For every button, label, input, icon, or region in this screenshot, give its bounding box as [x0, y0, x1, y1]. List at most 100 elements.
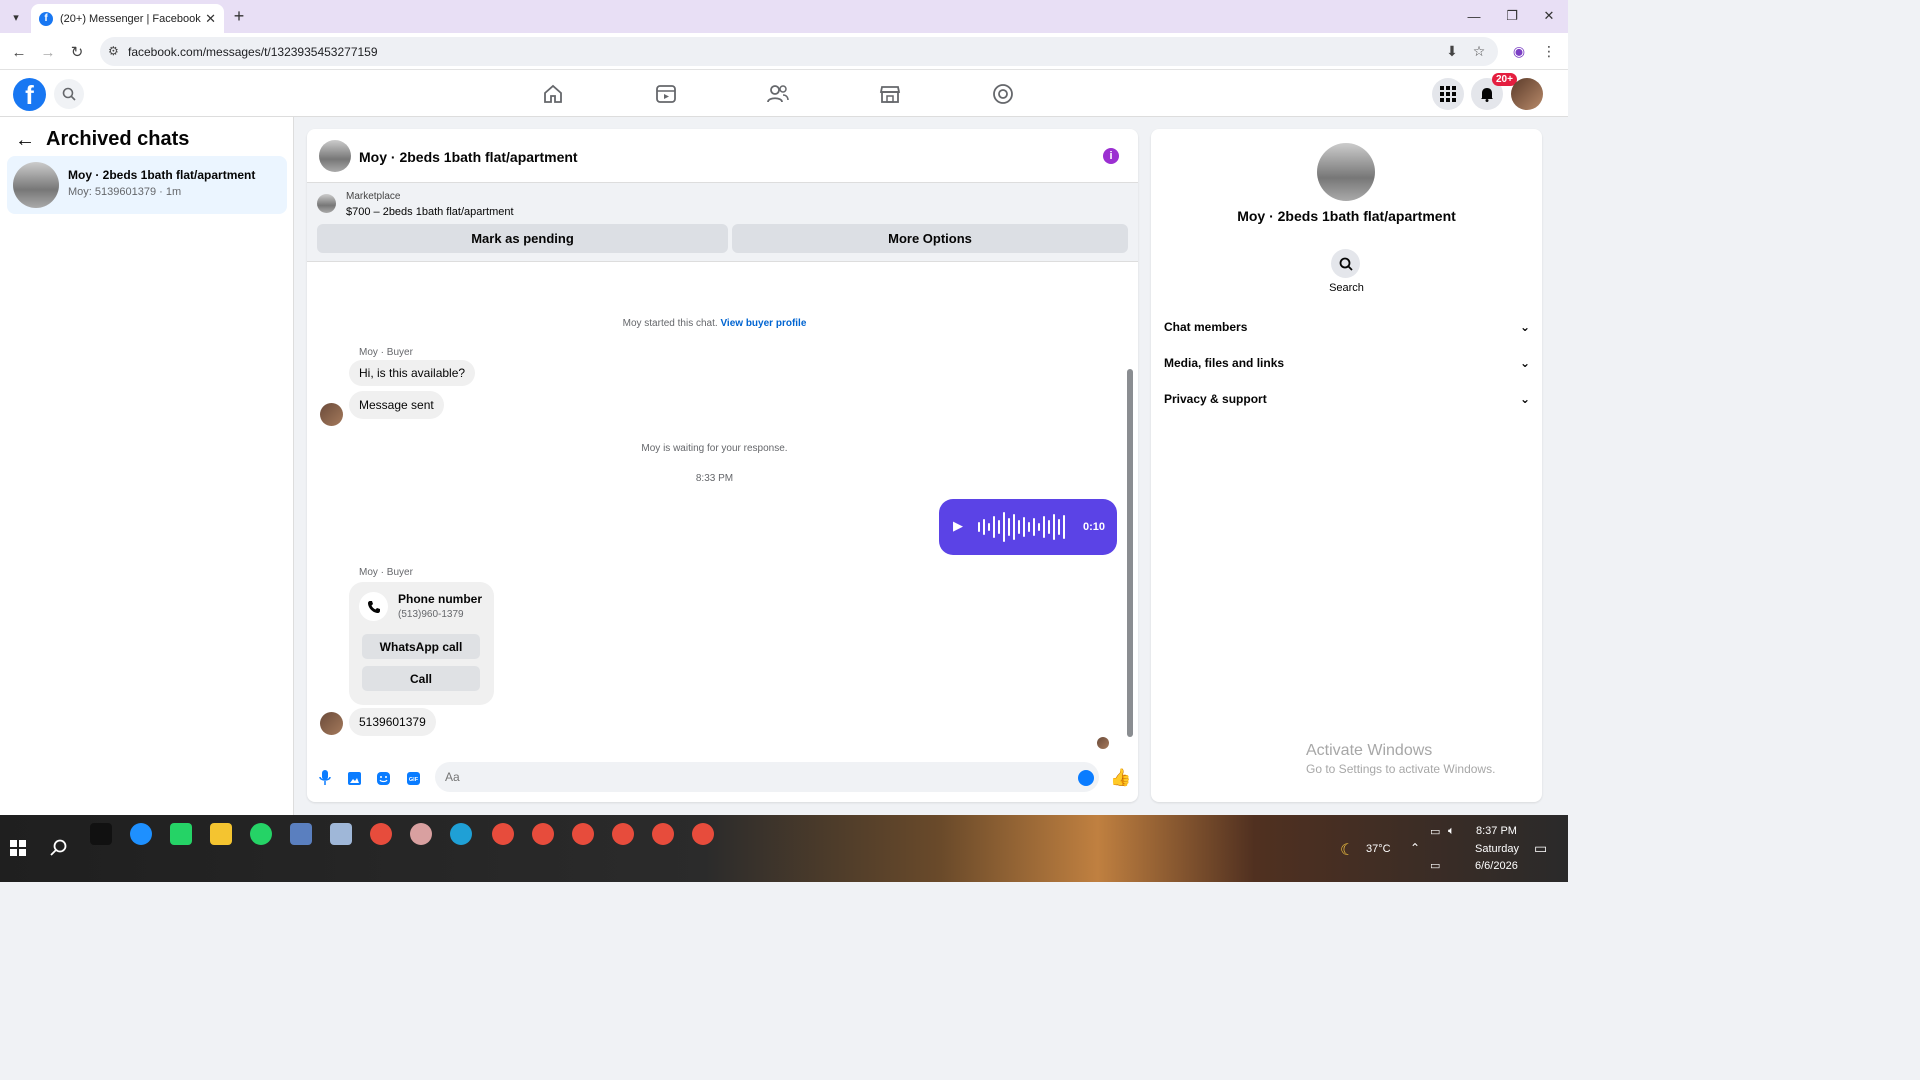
- chrome-icon[interactable]: [370, 823, 392, 845]
- restore-button[interactable]: ❐: [1497, 6, 1527, 26]
- marketplace-icon: [879, 86, 901, 103]
- windows-start-icon[interactable]: [10, 840, 26, 856]
- emoji-icon[interactable]: [1078, 770, 1094, 786]
- chrome-icon[interactable]: [692, 823, 714, 845]
- display-icon[interactable]: ▭: [1430, 859, 1440, 872]
- like-icon[interactable]: 👍: [1110, 768, 1131, 788]
- install-app-icon[interactable]: ⬇: [1441, 40, 1463, 62]
- site-settings-icon[interactable]: ⚙: [108, 44, 119, 58]
- sender-label: Moy · Buyer: [359, 347, 413, 358]
- microphone-icon[interactable]: [317, 770, 333, 786]
- chat-info-avatar: [1317, 143, 1375, 201]
- video-nav-button[interactable]: [653, 81, 679, 107]
- marketplace-nav-button[interactable]: [877, 81, 903, 107]
- chat-list-item[interactable]: Moy · 2beds 1bath flat/apartment Moy: 51…: [7, 156, 287, 214]
- section-label: Privacy & support: [1164, 392, 1267, 406]
- mark-pending-button[interactable]: Mark as pending: [317, 224, 728, 253]
- back-arrow-icon[interactable]: ←: [15, 129, 35, 152]
- url-input[interactable]: ⚙ facebook.com/messages/t/13239354532771…: [100, 37, 1498, 66]
- archived-chats-pane: ← Archived chats Moy · 2beds 1bath flat/…: [0, 117, 294, 815]
- home-nav-button[interactable]: [540, 81, 566, 107]
- listing-title[interactable]: $700 – 2beds 1bath flat/apartment: [346, 206, 514, 218]
- archived-chats-title: Archived chats: [46, 128, 190, 150]
- facebook-logo[interactable]: f: [13, 78, 46, 111]
- facebook-search-button[interactable]: [54, 79, 84, 109]
- scrollbar-thumb[interactable]: [1127, 369, 1133, 737]
- waveform-icon: [978, 512, 1065, 542]
- new-tab-button[interactable]: +: [229, 6, 249, 26]
- app-icon[interactable]: [330, 823, 352, 845]
- notification-center-icon[interactable]: ▭: [1534, 840, 1547, 857]
- taskbar-time[interactable]: 8:37 PM: [1476, 825, 1517, 837]
- info-icon[interactable]: i: [1103, 148, 1119, 164]
- profile-icon[interactable]: ◉: [1508, 40, 1530, 62]
- call-button[interactable]: Call: [362, 666, 480, 691]
- edge-icon[interactable]: [450, 823, 472, 845]
- chat-name: Moy · 2beds 1bath flat/apartment: [68, 168, 256, 182]
- friends-nav-button[interactable]: [765, 81, 791, 107]
- whatsapp-icon[interactable]: [250, 823, 272, 845]
- sender-avatar[interactable]: [320, 403, 343, 426]
- marketplace-label: Marketplace: [346, 191, 401, 202]
- grid-menu-icon: [1440, 86, 1456, 102]
- browser-menu-icon[interactable]: ⋮: [1538, 40, 1560, 62]
- whatsapp-icon[interactable]: [170, 823, 192, 845]
- weather-temperature[interactable]: 37°C: [1366, 843, 1391, 855]
- timestamp: 8:33 PM: [695, 473, 734, 484]
- chrome-icon[interactable]: [652, 823, 674, 845]
- browser-tab[interactable]: f (20+) Messenger | Facebook ✕: [31, 4, 224, 33]
- voice-message[interactable]: ▶ 0:10: [939, 499, 1117, 555]
- tiktok-icon[interactable]: [90, 823, 112, 845]
- app-icon[interactable]: [290, 823, 312, 845]
- whatsapp-call-button[interactable]: WhatsApp call: [362, 634, 480, 659]
- chat-search-button[interactable]: [1331, 249, 1360, 278]
- conversation-avatar[interactable]: [319, 140, 351, 172]
- taskbar-search-icon[interactable]: [50, 839, 68, 857]
- image-icon[interactable]: [346, 770, 362, 786]
- reload-icon[interactable]: ↻: [66, 41, 88, 63]
- sender-avatar[interactable]: [320, 712, 343, 735]
- sticker-icon[interactable]: [375, 770, 391, 786]
- weather-moon-icon[interactable]: ☾: [1340, 840, 1354, 860]
- taskbar-date[interactable]: 6/6/2026: [1475, 860, 1518, 872]
- message-input[interactable]: [435, 762, 1099, 792]
- chat-members-section[interactable]: Chat members ⌄: [1164, 320, 1530, 334]
- tab-close-icon[interactable]: ✕: [205, 11, 216, 27]
- network-icon[interactable]: ▭: [1430, 825, 1440, 838]
- friends-icon: [767, 85, 789, 103]
- activate-windows-watermark: Activate Windows Go to Settings to activ…: [1306, 742, 1495, 776]
- play-icon[interactable]: ▶: [953, 518, 963, 534]
- message-composer: GIF 👍: [307, 759, 1138, 797]
- gaming-nav-button[interactable]: [990, 81, 1016, 107]
- bookmark-star-icon[interactable]: ☆: [1468, 40, 1490, 62]
- account-avatar[interactable]: [1511, 78, 1543, 110]
- chrome-icon[interactable]: [532, 823, 554, 845]
- taskbar-day[interactable]: Saturday: [1475, 843, 1519, 855]
- more-options-button[interactable]: More Options: [732, 224, 1128, 253]
- file-explorer-icon[interactable]: [210, 823, 232, 845]
- media-files-links-section[interactable]: Media, files and links ⌄: [1164, 356, 1530, 370]
- window-close-button[interactable]: ✕: [1534, 6, 1564, 26]
- volume-icon[interactable]: 🔈︎: [1448, 825, 1455, 838]
- facebook-header: f 20+: [0, 70, 1568, 117]
- conversation-title[interactable]: Moy · 2beds 1bath flat/apartment: [359, 149, 578, 165]
- chevron-down-icon: ⌄: [1519, 392, 1530, 406]
- paint-icon[interactable]: [410, 823, 432, 845]
- section-label: Chat members: [1164, 320, 1248, 334]
- chrome-icon[interactable]: [572, 823, 594, 845]
- tab-search-chevron-icon[interactable]: ▾: [6, 7, 26, 27]
- gif-icon[interactable]: GIF: [405, 770, 421, 786]
- menu-grid-button[interactable]: [1432, 78, 1464, 110]
- chrome-icon[interactable]: [492, 823, 514, 845]
- view-buyer-profile-link[interactable]: View buyer profile: [720, 318, 806, 329]
- app-icon[interactable]: [130, 823, 152, 845]
- back-arrow-icon[interactable]: ←: [8, 41, 30, 63]
- chevron-down-icon: ⌄: [1519, 356, 1530, 370]
- marketplace-banner: Marketplace $700 – 2beds 1bath flat/apar…: [307, 183, 1138, 262]
- privacy-support-section[interactable]: Privacy & support ⌄: [1164, 392, 1530, 406]
- forward-arrow-icon[interactable]: →: [37, 41, 59, 63]
- tray-chevron-up-icon[interactable]: ⌃: [1410, 841, 1420, 855]
- chrome-icon[interactable]: [612, 823, 634, 845]
- chat-preview: Moy: 5139601379 · 1m: [68, 186, 182, 198]
- minimize-button[interactable]: —: [1459, 6, 1489, 26]
